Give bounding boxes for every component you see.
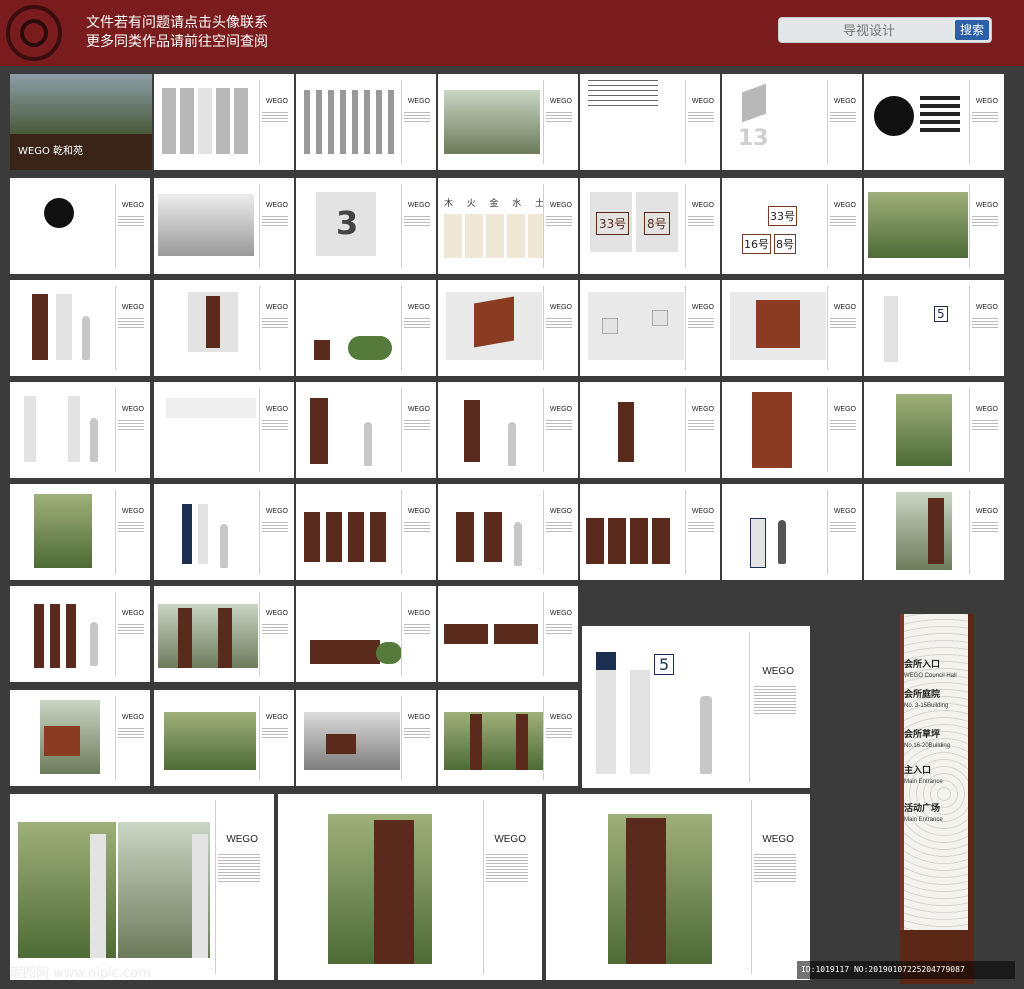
thumb-page: WEGO	[438, 586, 578, 682]
big-page-1: WEGO	[10, 794, 274, 980]
element-wood-label: 木	[444, 199, 454, 209]
thumb-page: WEGO	[154, 382, 294, 478]
thumb-page: WEGO	[10, 586, 150, 682]
thumb-page: WEGO	[296, 484, 436, 580]
thumb-page: WEGO	[296, 382, 436, 478]
thumb-page: WEGO	[864, 74, 1004, 170]
thumb-cover: WEGO 乾和苑	[10, 74, 152, 170]
thumb-page: 33号 16号 8号 WEGO	[722, 178, 862, 274]
thumb-page: WEGO	[438, 484, 578, 580]
big-page-3: WEGO	[546, 794, 810, 980]
thumb-page: WEGO	[154, 280, 294, 376]
thumb-page: WEGO	[580, 484, 720, 580]
thumb-elements-page: 木 火 金 水 土 WEGO	[438, 178, 578, 274]
thumb-page: WEGO	[722, 280, 862, 376]
pylon-item: 主入口 Main Entrance	[904, 766, 943, 785]
pylon-item: 会所入口 WEGO Council Hall	[904, 660, 957, 679]
thumb-page: WEGO	[154, 586, 294, 682]
element-metal-label: 金	[489, 199, 499, 209]
thumb-page: WEGO	[722, 382, 862, 478]
thumb-page: WEGO	[580, 382, 720, 478]
thumb-icons-page: WEGO	[296, 74, 436, 170]
thumb-page: WEGO	[438, 74, 578, 170]
thumb-page: WEGO	[438, 690, 578, 786]
pylon-item: 会所草坪 No.16-20Building	[904, 730, 951, 749]
search-button[interactable]: 搜索	[955, 20, 989, 40]
big-page-2: WEGO	[278, 794, 542, 980]
thumb-page: WEGO	[864, 178, 1004, 274]
thumb-page: WEGO	[580, 74, 720, 170]
thumb-page: WEGO	[296, 280, 436, 376]
search-box: 搜索	[778, 17, 992, 44]
cover-photo	[10, 74, 152, 134]
thumb-page: 5 WEGO	[864, 280, 1004, 376]
element-fire-label: 火	[466, 199, 476, 209]
watermark: 昵图网 www.nipic.com	[10, 966, 151, 981]
pylon-item: 活动广场 Main Entrance	[904, 804, 943, 823]
thumb-page: WEGO	[864, 382, 1004, 478]
thumb-page: WEGO	[10, 690, 150, 786]
thumb-page: 33号 8号 WEGO	[580, 178, 720, 274]
thumb-page: WEGO	[10, 178, 150, 274]
search-input[interactable]	[779, 18, 959, 44]
thumb-page: WEGO	[296, 690, 436, 786]
cover-title: WEGO 乾和苑	[18, 146, 84, 157]
thumb-page: WEGO	[10, 382, 150, 478]
element-water-label: 水	[512, 199, 522, 209]
thumb-page: WEGO	[722, 484, 862, 580]
notice-line-1: 文件若有问题请点击头像联系	[86, 15, 268, 31]
featured-brand: WEGO	[762, 666, 794, 677]
thumb-page: 13 WEGO	[722, 74, 862, 170]
thumb-page: WEGO	[296, 586, 436, 682]
thumb-page: WEGO	[10, 280, 150, 376]
thumb-page: 3 WEGO	[296, 178, 436, 274]
thumb-page: WEGO	[438, 280, 578, 376]
pylon-item: 会所庭院 No. 3-15Building	[904, 690, 949, 709]
avatar-logo-icon[interactable]	[6, 5, 62, 61]
notice-line-2: 更多同类作品请前往空间查阅	[86, 34, 268, 50]
header-banner: 文件若有问题请点击头像联系 更多同类作品请前往空间查阅 搜索	[0, 0, 1024, 66]
image-id-tag: ID:1019117 NO:20190107225204779087	[797, 961, 1015, 979]
thumb-page: WEGO	[580, 280, 720, 376]
thumb-page: WEGO	[10, 484, 150, 580]
thumb-page: WEGO	[154, 484, 294, 580]
thumb-page: WEGO	[154, 178, 294, 274]
thumb-page: WEGO	[864, 484, 1004, 580]
featured-page: 5 WEGO	[582, 626, 810, 788]
thumb-page: WEGO	[154, 74, 294, 170]
thumb-page: WEGO	[154, 690, 294, 786]
thumb-page: WEGO	[438, 382, 578, 478]
